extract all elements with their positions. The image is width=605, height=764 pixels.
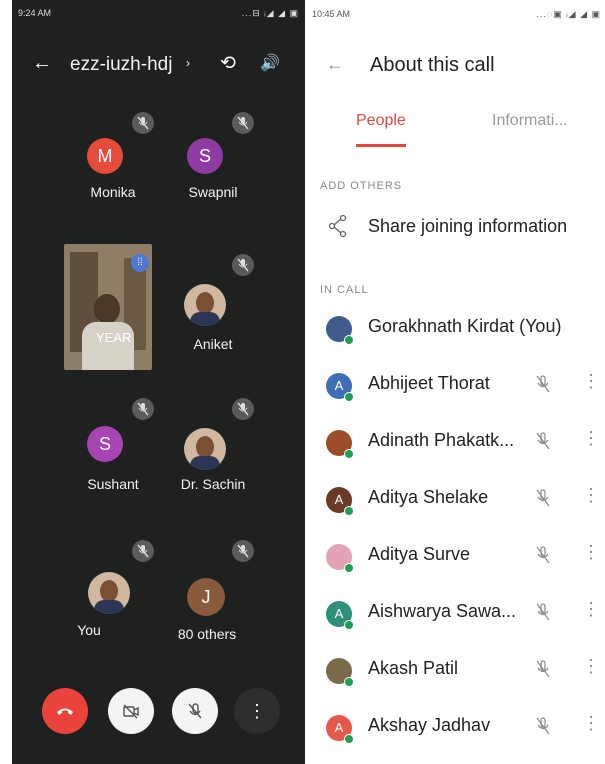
participant-name: Sushant bbox=[87, 476, 139, 492]
mic-toggle-button[interactable] bbox=[172, 688, 218, 734]
more-options-icon[interactable]: ⋮ bbox=[582, 713, 600, 734]
mic-off-icon bbox=[536, 432, 550, 450]
participant-name: You bbox=[77, 622, 101, 638]
avatar: S bbox=[187, 138, 223, 174]
participant-name: Abhijeet Thorat bbox=[368, 373, 490, 393]
section-label-in-call: IN CALL bbox=[320, 284, 369, 296]
about-call-screen: 10:45 AM ...◌▣ ᵢ◢ ◢ ▣ ← About this call … bbox=[310, 0, 605, 764]
participant-name: Akshay Jadhav bbox=[368, 715, 491, 735]
meeting-screen: 9:24 AM ...⊟ ᵢ◢ ◢ ▣ ← ezz-iuzh-hdj › ⟲ 🔊… bbox=[12, 0, 305, 764]
call-controls: ⋮ bbox=[12, 688, 305, 744]
participant-tile[interactable]: Dr. Sachin bbox=[158, 396, 268, 506]
participant-tile[interactable]: M Monika bbox=[58, 110, 168, 220]
mic-off-icon bbox=[132, 398, 154, 420]
participant-name: 80 others bbox=[177, 626, 237, 642]
participant-row[interactable]: Gorakhnath Kirdat (You) bbox=[310, 304, 605, 362]
participant-row[interactable]: A Akshay Jadhav ⋮ bbox=[310, 703, 605, 761]
participant-name: Akash Patil bbox=[368, 658, 459, 678]
mic-off-icon bbox=[536, 489, 550, 507]
participant-tile[interactable]: S Swapnil bbox=[158, 110, 268, 220]
page-title: About this call bbox=[370, 54, 495, 76]
mic-off-icon bbox=[536, 717, 550, 735]
presence-dot bbox=[344, 563, 354, 573]
participant-row[interactable]: A Aishwarya Sawa... ⋮ bbox=[310, 589, 605, 647]
status-time: 9:24 AM bbox=[18, 8, 52, 18]
avatar: M bbox=[87, 138, 123, 174]
participant-tile[interactable]: S Sushant bbox=[58, 396, 168, 506]
presence-dot bbox=[344, 335, 354, 345]
mic-off-icon bbox=[232, 540, 254, 562]
participant-row[interactable]: Adinath Phakatk... ⋮ bbox=[310, 418, 605, 476]
mic-off-icon bbox=[132, 112, 154, 134]
speaking-indicator-icon: ⁞⁞ bbox=[131, 254, 149, 272]
participant-name: Aditya Surve bbox=[368, 544, 471, 564]
status-icons: ...◌▣ ᵢ◢ ◢ ▣ bbox=[536, 9, 601, 19]
participant-row[interactable]: A Aditya Shelake ⋮ bbox=[310, 475, 605, 533]
end-call-button[interactable] bbox=[42, 688, 88, 734]
more-options-icon[interactable]: ⋮ bbox=[582, 371, 600, 392]
mic-off-icon bbox=[232, 398, 254, 420]
camera-toggle-button[interactable] bbox=[108, 688, 154, 734]
presence-dot bbox=[344, 506, 354, 516]
tab-people[interactable]: People bbox=[356, 112, 406, 130]
avatar-photo bbox=[88, 572, 130, 614]
back-arrow-icon[interactable]: ← bbox=[326, 54, 344, 75]
meeting-top-bar: ← ezz-iuzh-hdj › ⟲ 🔊 bbox=[12, 52, 305, 82]
avatar: J bbox=[187, 578, 225, 616]
switch-camera-icon[interactable]: ⟲ bbox=[220, 52, 236, 75]
more-options-button[interactable]: ⋮ bbox=[234, 688, 280, 734]
mic-off-icon bbox=[536, 660, 550, 678]
section-label-add-others: ADD OTHERS bbox=[320, 180, 403, 192]
avatar-photo bbox=[184, 428, 226, 470]
more-options-icon[interactable]: ⋮ bbox=[582, 599, 600, 620]
mic-off-icon bbox=[232, 254, 254, 276]
more-options-icon[interactable]: ⋮ bbox=[582, 428, 600, 449]
share-icon bbox=[328, 214, 347, 238]
participant-row[interactable]: A Abhijeet Thorat ⋮ bbox=[310, 361, 605, 419]
presence-dot bbox=[344, 677, 354, 687]
mic-off-icon bbox=[232, 112, 254, 134]
person-head bbox=[94, 294, 120, 324]
video-tile[interactable]: ⁞⁞ YEAR bbox=[64, 244, 152, 370]
participant-name: Dr. Sachin bbox=[180, 476, 246, 492]
more-options-icon[interactable]: ⋮ bbox=[582, 542, 600, 563]
status-time: 10:45 AM bbox=[312, 9, 351, 19]
video-tile-name: YEAR bbox=[96, 330, 132, 345]
presence-dot bbox=[344, 734, 354, 744]
participant-name: Aniket bbox=[193, 336, 233, 352]
chevron-right-icon[interactable]: › bbox=[186, 56, 190, 70]
participant-name: Swapnil bbox=[188, 184, 238, 200]
back-arrow-icon[interactable]: ← bbox=[32, 52, 52, 75]
participant-name: Monika bbox=[90, 184, 136, 200]
presence-dot bbox=[344, 449, 354, 459]
mic-off-icon bbox=[536, 603, 550, 621]
participant-name: Adinath Phakatk... bbox=[368, 430, 515, 450]
participant-name: Gorakhnath Kirdat (You) bbox=[368, 316, 562, 336]
participant-tile[interactable]: J 80 others bbox=[158, 538, 268, 648]
mic-off-icon bbox=[132, 540, 154, 562]
speaker-icon[interactable]: 🔊 bbox=[260, 53, 280, 73]
active-tab-indicator bbox=[356, 144, 406, 147]
share-joining-info-label: Share joining information bbox=[368, 216, 568, 236]
avatar: S bbox=[87, 426, 123, 462]
participant-row[interactable]: Aditya Surve ⋮ bbox=[310, 532, 605, 590]
more-options-icon[interactable]: ⋮ bbox=[582, 485, 600, 506]
participant-row[interactable]: Akash Patil ⋮ bbox=[310, 646, 605, 704]
participant-name: Aditya Shelake bbox=[368, 487, 489, 507]
more-options-icon[interactable]: ⋮ bbox=[582, 656, 600, 677]
meeting-code[interactable]: ezz-iuzh-hdj bbox=[70, 54, 172, 76]
participant-tile[interactable]: Aniket bbox=[158, 252, 268, 362]
mic-off-icon bbox=[536, 546, 550, 564]
presence-dot bbox=[344, 392, 354, 402]
presence-dot bbox=[344, 620, 354, 630]
tab-information[interactable]: Informati... bbox=[492, 112, 568, 130]
participant-name: Aishwarya Sawa... bbox=[368, 601, 517, 621]
mic-off-icon bbox=[536, 375, 550, 393]
status-icons: ...⊟ ᵢ◢ ◢ ▣ bbox=[241, 8, 299, 18]
avatar-photo bbox=[184, 284, 226, 326]
